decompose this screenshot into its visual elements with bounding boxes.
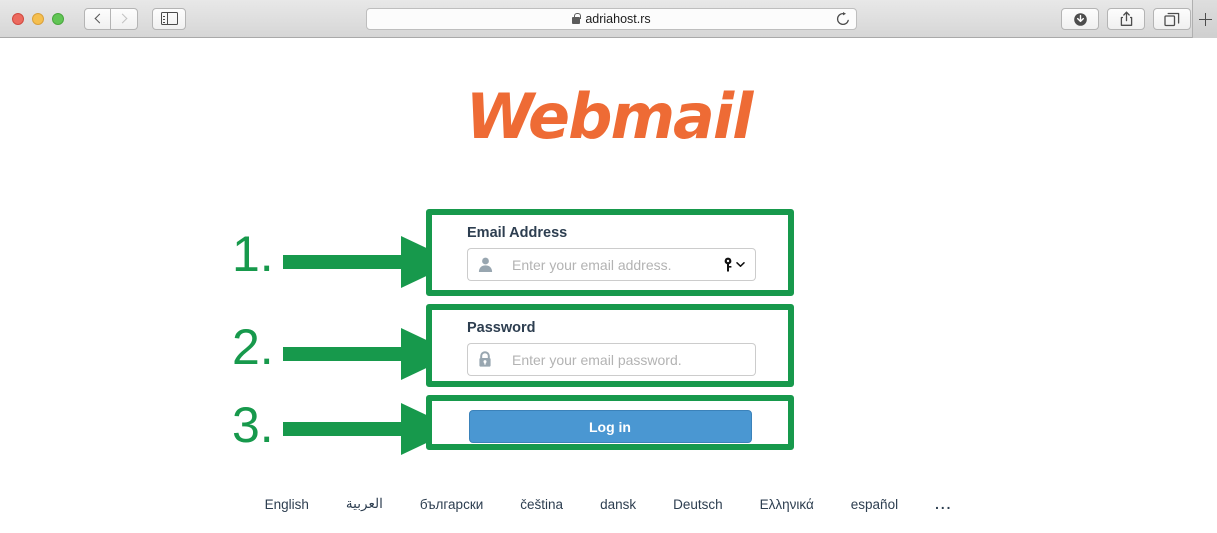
lock-icon — [467, 343, 502, 376]
key-icon[interactable] — [723, 257, 745, 272]
language-link-greek[interactable]: Ελληνικά — [760, 497, 814, 512]
arrow-shaft — [283, 422, 408, 436]
chevron-left-icon — [94, 13, 104, 24]
browser-toolbar: adriahost.rs — [0, 0, 1217, 38]
navigation-buttons — [84, 7, 138, 30]
language-link-english[interactable]: English — [265, 497, 309, 512]
new-tab-button[interactable] — [1192, 0, 1217, 38]
login-highlight-box: Log in — [426, 395, 794, 450]
language-link-spanish[interactable]: español — [851, 497, 898, 512]
download-icon — [1073, 12, 1087, 26]
password-input[interactable] — [512, 351, 745, 368]
toolbar-right-buttons — [1061, 8, 1191, 30]
step-number-1: 1. — [232, 226, 274, 282]
close-window-button[interactable] — [12, 12, 24, 25]
password-label: Password — [467, 320, 536, 336]
address-bar[interactable]: adriahost.rs — [366, 8, 857, 30]
email-address-input[interactable] — [512, 256, 719, 273]
step-number-3: 3. — [232, 397, 274, 453]
language-selector: English العربية български čeština dansk … — [0, 496, 1217, 512]
email-input-group — [467, 248, 756, 281]
share-icon — [1120, 11, 1132, 26]
forward-button[interactable] — [111, 7, 138, 30]
user-icon — [467, 248, 502, 281]
downloads-button[interactable] — [1061, 8, 1099, 30]
address-bar-content: adriahost.rs — [572, 12, 651, 26]
step-number-2: 2. — [232, 319, 274, 375]
lock-icon — [572, 12, 581, 24]
show-all-tabs-button[interactable] — [1153, 8, 1191, 30]
reload-button[interactable] — [836, 12, 850, 26]
webmail-logo: Webmail — [465, 80, 754, 153]
back-button[interactable] — [84, 7, 111, 30]
minimize-window-button[interactable] — [32, 12, 44, 25]
email-address-label: Email Address — [467, 225, 568, 241]
email-highlight-box: Email Address — [426, 209, 794, 296]
language-more-button[interactable]: ... — [935, 497, 952, 512]
chevron-right-icon — [117, 13, 128, 24]
tabs-icon — [1164, 12, 1180, 26]
window-controls — [12, 12, 64, 25]
arrow-shaft — [283, 255, 408, 269]
maximize-window-button[interactable] — [52, 12, 64, 25]
webmail-login-page: Webmail 1. 2. 3. Email Address Enter you… — [0, 38, 1217, 533]
password-field[interactable] — [502, 343, 756, 376]
language-link-bulgarian[interactable]: български — [420, 497, 483, 512]
language-link-danish[interactable]: dansk — [600, 497, 636, 512]
arrow-shaft — [283, 347, 408, 361]
language-link-czech[interactable]: čeština — [520, 497, 563, 512]
language-link-arabic[interactable]: العربية — [346, 496, 383, 512]
sidebar-toggle-button[interactable] — [152, 7, 186, 30]
login-button[interactable]: Log in — [468, 410, 752, 443]
email-address-field[interactable] — [502, 248, 756, 281]
address-bar-url: adriahost.rs — [585, 12, 651, 26]
plus-icon — [1198, 12, 1212, 26]
share-button[interactable] — [1107, 8, 1145, 30]
password-input-group — [467, 343, 756, 376]
sidebar-icon — [160, 12, 178, 25]
password-highlight-box: Password — [426, 304, 794, 387]
language-link-german[interactable]: Deutsch — [673, 497, 723, 512]
